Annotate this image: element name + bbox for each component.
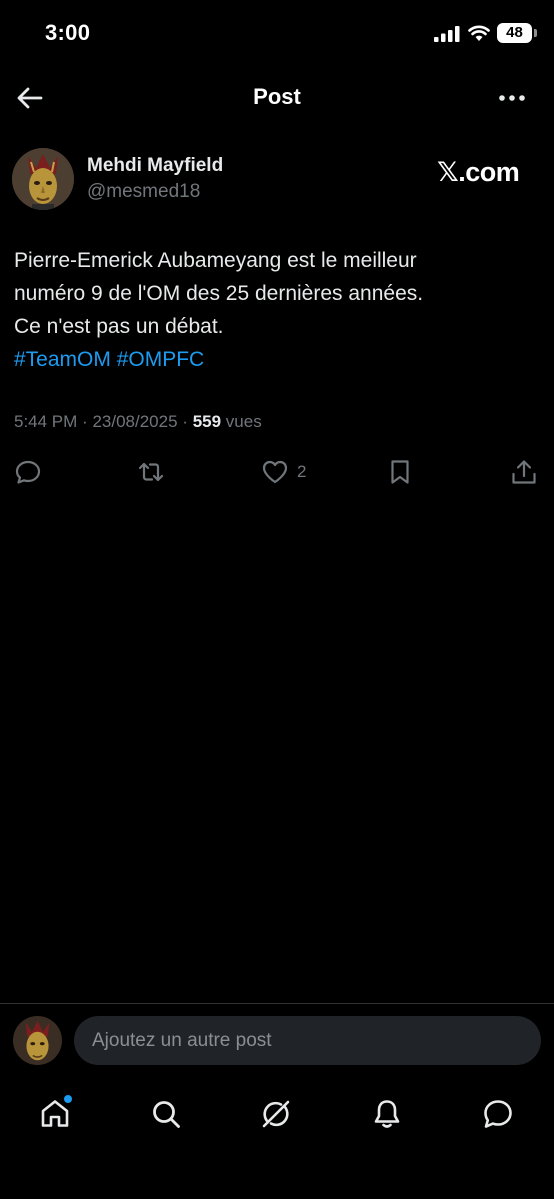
tweet-time: 5:44 PM [14,412,78,431]
bell-icon [374,1100,400,1128]
reply-button[interactable] [14,456,42,488]
page-title: Post [253,84,301,109]
views-label: vues [225,412,262,431]
comment-icon [15,460,41,484]
bookmark-icon [391,460,409,484]
status-bar: 3:00 48 [0,0,554,68]
meta-separator: · [82,412,88,431]
reply-divider [0,1003,554,1004]
tab-home[interactable] [35,1094,75,1134]
views-count[interactable]: 559 [193,412,221,431]
tweet-text: Pierre-Emerick Aubameyang est le meilleu… [14,244,534,376]
xcom-watermark: 𝕏.com [437,157,520,187]
cellular-signal-icon [434,26,460,42]
user-avatar[interactable] [13,1016,62,1065]
tweet-date: 23/08/2025 [92,412,178,431]
author-handle[interactable]: @mesmed18 [87,181,200,203]
bookmark-button[interactable] [386,456,414,488]
grok-icon [262,1100,290,1128]
tweet-line: Ce n'est pas un débat. [14,315,224,338]
repost-icon [138,462,164,482]
status-time: 3:00 [45,20,91,45]
heart-icon [262,460,288,484]
hashtag-link[interactable]: #TeamOM [14,348,111,371]
like-count: 2 [297,462,307,481]
tweet-line: numéro 9 de l'OM des 25 dernières années… [14,282,424,305]
tweet-hashtags: #TeamOM #OMPFC [14,343,534,376]
like-button[interactable]: 2 [261,456,306,488]
share-button[interactable] [510,456,538,488]
bottom-tab-bar [0,1090,554,1140]
tweet-actions: 2 [0,456,554,488]
author-name[interactable]: Mehdi Mayfield [87,155,223,177]
tweet-metadata: 5:44 PM · 23/08/2025 · 559 vues [14,412,262,432]
more-dots-icon[interactable] [496,84,528,112]
tab-messages[interactable] [478,1094,518,1134]
search-icon [153,1101,180,1128]
tab-grok[interactable] [256,1094,296,1134]
message-icon [484,1100,512,1128]
share-icon [512,460,536,484]
top-header: Post [0,68,554,128]
wifi-icon [468,25,490,41]
meta-separator: · [182,412,188,431]
tweet-line: Pierre-Emerick Aubameyang est le meilleu… [14,249,417,272]
hashtag-link[interactable]: #OMPFC [117,348,205,371]
author-avatar[interactable] [12,148,74,210]
repost-button[interactable] [137,456,165,488]
home-notification-dot [64,1095,72,1103]
reply-input[interactable] [74,1016,541,1065]
tab-search[interactable] [146,1094,186,1134]
tab-notifications[interactable] [367,1094,407,1134]
battery-indicator: 48 [497,23,537,43]
